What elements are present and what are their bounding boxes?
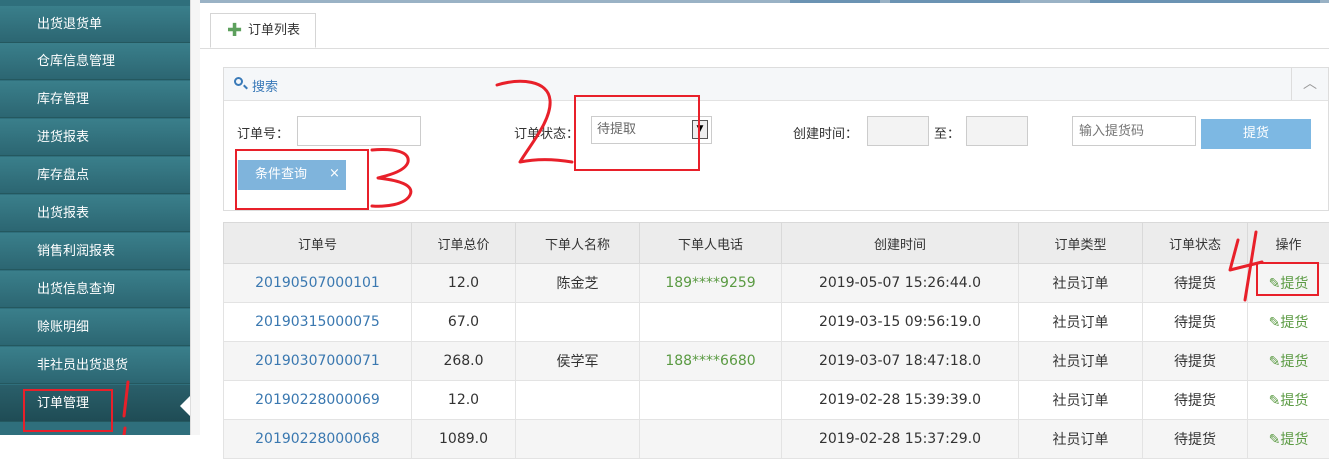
annotation-numbers: [0, 0, 1329, 435]
